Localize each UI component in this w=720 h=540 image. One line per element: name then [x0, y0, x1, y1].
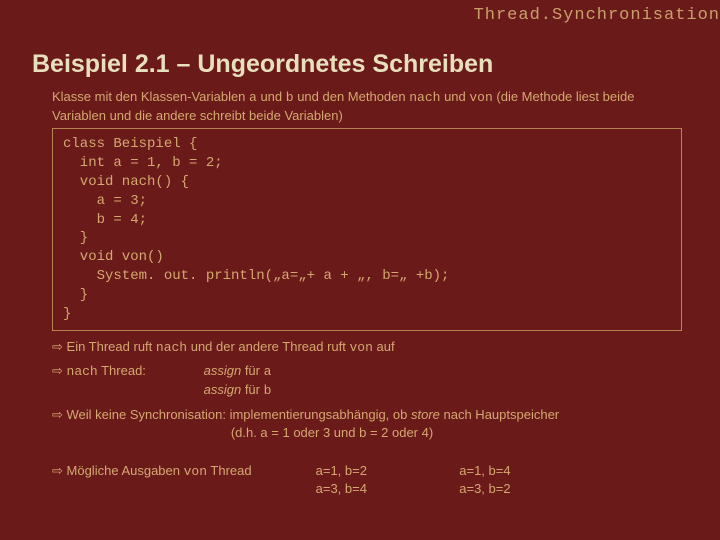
- intro-t1: Klasse mit den Klassen-Variablen: [52, 89, 249, 104]
- b2-nach: nach: [67, 364, 98, 379]
- b3-store: store: [411, 407, 440, 422]
- b2-assign1c: a: [264, 364, 272, 379]
- b4-von: von: [184, 464, 207, 479]
- method-von: von: [469, 90, 492, 105]
- var-a: a: [249, 90, 257, 105]
- arrow-icon: ⇨: [52, 363, 67, 378]
- arrow-icon: ⇨: [52, 463, 63, 478]
- b2-t1: Thread:: [98, 363, 146, 378]
- out-c2b: a=3, b=2: [459, 480, 599, 498]
- b2-assign1b: für: [241, 363, 263, 378]
- b1-nach: nach: [156, 340, 187, 355]
- bullet-4: ⇨ Mögliche Ausgaben von Thread a=1, b=2 …: [52, 462, 690, 497]
- b1-t3: auf: [373, 339, 395, 354]
- b1-t1: Ein Thread ruft: [63, 339, 156, 354]
- code-block: class Beispiel { int a = 1, b = 2; void …: [52, 128, 682, 331]
- b1-t2: und der andere Thread ruft: [187, 339, 349, 354]
- intro-t4: und: [440, 89, 469, 104]
- b3-t3: (d.h. a = 1 oder 3 und b = 2 oder 4): [52, 424, 612, 442]
- b4-t2: Thread: [207, 463, 252, 478]
- b4-t1: Mögliche Ausgaben: [63, 463, 184, 478]
- arrow-icon: ⇨: [52, 407, 63, 422]
- bullet-2: ⇨ nach Thread: assign für a assign für b: [52, 362, 690, 399]
- out-c2a: a=1, b=4: [459, 462, 599, 480]
- b2-assign2a: assign: [204, 382, 242, 397]
- header-label: Thread.Synchronisation: [474, 6, 720, 25]
- var-b: b: [286, 90, 294, 105]
- intro-t3: und den Methoden: [294, 89, 410, 104]
- intro-text: Klasse mit den Klassen-Variablen a und b…: [52, 88, 690, 124]
- page-title: Beispiel 2.1 – Ungeordnetes Schreiben: [32, 50, 493, 79]
- b3-t2: nach Hauptspeicher: [440, 407, 559, 422]
- bullet-1: ⇨ Ein Thread ruft nach und der andere Th…: [52, 338, 690, 357]
- b2-assign1a: assign: [204, 363, 242, 378]
- b1-von: von: [349, 340, 372, 355]
- b2-assign2b: für: [241, 382, 263, 397]
- b3-t1: Weil keine Synchronisation: implementier…: [63, 407, 411, 422]
- out-c1b: a=3, b=4: [316, 480, 456, 498]
- intro-t2: und: [257, 89, 286, 104]
- method-nach: nach: [409, 90, 440, 105]
- bullet-3: ⇨ Weil keine Synchronisation: implementi…: [52, 406, 690, 441]
- arrow-icon: ⇨: [52, 339, 63, 354]
- b2-assign2c: b: [264, 383, 272, 398]
- out-c1a: a=1, b=2: [316, 462, 456, 480]
